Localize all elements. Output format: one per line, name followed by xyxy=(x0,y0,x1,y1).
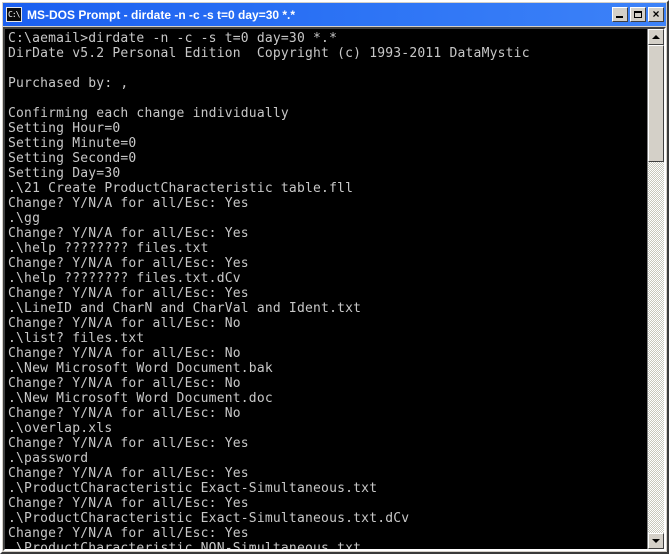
console-line: Change? Y/N/A for all/Esc: No xyxy=(8,316,241,331)
console-line: .\overlap.xls xyxy=(8,421,113,436)
console-line: Change? Y/N/A for all/Esc: No xyxy=(8,406,241,421)
console-line: Change? Y/N/A for all/Esc: Yes xyxy=(8,196,249,211)
window-titlebar[interactable]: C:\ MS-DOS Prompt - dirdate -n -c -s t=0… xyxy=(3,3,666,26)
console-output[interactable]: C:\aemail>dirdate -n -c -s t=0 day=30 *.… xyxy=(5,29,647,549)
console-line: Change? Y/N/A for all/Esc: Yes xyxy=(8,496,249,511)
console-line: Setting Minute=0 xyxy=(8,136,137,151)
console-line: Setting Second=0 xyxy=(8,151,137,166)
minimize-icon xyxy=(616,16,623,18)
maximize-icon xyxy=(634,11,642,18)
chevron-down-icon xyxy=(652,539,660,543)
window-controls: × xyxy=(612,7,664,22)
console-line: Change? Y/N/A for all/Esc: No xyxy=(8,346,241,361)
console-line: Change? Y/N/A for all/Esc: Yes xyxy=(8,436,249,451)
window-client-area: C:\aemail>dirdate -n -c -s t=0 day=30 *.… xyxy=(3,27,666,551)
maximize-button[interactable] xyxy=(630,7,646,22)
console-line: Change? Y/N/A for all/Esc: Yes xyxy=(8,226,249,241)
window-title: MS-DOS Prompt - dirdate -n -c -s t=0 day… xyxy=(27,7,296,22)
scroll-up-button[interactable] xyxy=(648,29,664,45)
console-line: .\ProductCharacteristic NON-Simultaneous… xyxy=(8,541,362,549)
console-line: Change? Y/N/A for all/Esc: Yes xyxy=(8,466,249,481)
console-line: .\New Microsoft Word Document.bak xyxy=(8,361,273,376)
console-line: .\help ???????? files.txt.dCv xyxy=(8,271,241,286)
scrollbar-track[interactable] xyxy=(648,45,664,533)
ms-dos-prompt-window: C:\ MS-DOS Prompt - dirdate -n -c -s t=0… xyxy=(0,0,669,554)
close-icon: × xyxy=(652,7,660,21)
console-line: Change? Y/N/A for all/Esc: Yes xyxy=(8,526,249,541)
console-line: .\help ???????? files.txt xyxy=(8,241,209,256)
console-line: Change? Y/N/A for all/Esc: Yes xyxy=(8,256,249,271)
scroll-down-button[interactable] xyxy=(648,533,664,549)
console-line: .\21 Create ProductCharacteristic table.… xyxy=(8,181,354,196)
minimize-button[interactable] xyxy=(612,7,628,22)
console-line: .\list? files.txt xyxy=(8,331,145,346)
close-button[interactable]: × xyxy=(648,7,664,22)
console-line: Confirming each change individually xyxy=(8,106,289,121)
console-line: .\ProductCharacteristic Exact-Simultaneo… xyxy=(8,511,410,526)
ms-dos-console-icon-glyph: C:\ xyxy=(8,10,20,19)
scrollbar-thumb[interactable] xyxy=(648,45,664,163)
console-line: C:\aemail>dirdate -n -c -s t=0 day=30 *.… xyxy=(8,31,338,46)
chevron-up-icon xyxy=(652,35,660,39)
console-line: DirDate v5.2 Personal Edition Copyright … xyxy=(8,46,530,61)
console-line: Setting Hour=0 xyxy=(8,121,121,136)
console-line: .\gg xyxy=(8,211,41,226)
console-line: .\New Microsoft Word Document.doc xyxy=(8,391,273,406)
console-line: Purchased by: , xyxy=(8,76,129,91)
vertical-scrollbar[interactable] xyxy=(647,29,664,549)
console-line: .\LineID and CharN and CharVal and Ident… xyxy=(8,301,362,316)
console-line: .\ProductCharacteristic Exact-Simultaneo… xyxy=(8,481,378,496)
console-line: Change? Y/N/A for all/Esc: No xyxy=(8,376,241,391)
console-line: Setting Day=30 xyxy=(8,166,121,181)
ms-dos-console-icon: C:\ xyxy=(6,7,22,22)
console-line: Change? Y/N/A for all/Esc: Yes xyxy=(8,286,249,301)
console-line: .\password xyxy=(8,451,89,466)
